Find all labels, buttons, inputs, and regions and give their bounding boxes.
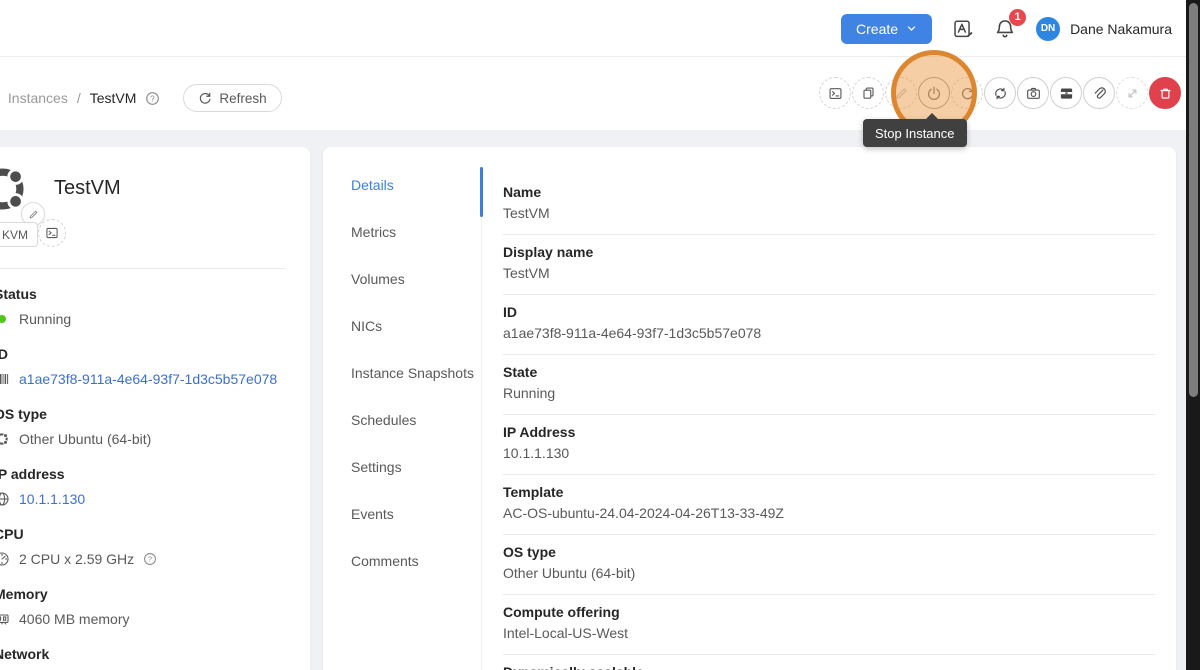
tab-metrics[interactable]: Metrics bbox=[323, 208, 481, 255]
edit-button[interactable] bbox=[885, 77, 917, 109]
help-circle-icon[interactable]: ? bbox=[145, 91, 160, 106]
tabs-divider bbox=[481, 167, 482, 670]
tab-schedules[interactable]: Schedules bbox=[323, 396, 481, 443]
create-button-label: Create bbox=[856, 21, 898, 37]
view-console-button[interactable] bbox=[819, 77, 851, 109]
field-network: Network bbox=[0, 646, 284, 663]
tab-details[interactable]: Details bbox=[323, 161, 481, 208]
ubuntu-logo-icon bbox=[0, 431, 10, 447]
detail-row-state: State Running bbox=[503, 355, 1156, 415]
restore-button[interactable] bbox=[984, 77, 1016, 109]
detail-row-dynamically-scalable: Dynamically scalable bbox=[503, 655, 1156, 670]
instance-detail-card: Details Metrics Volumes NICs Instance Sn… bbox=[323, 147, 1176, 670]
instance-title: TestVM bbox=[54, 177, 121, 200]
field-os-type: OS type Other Ubuntu (64-bit) bbox=[0, 406, 284, 449]
breadcrumb: / Instances / TestVM ? Refresh bbox=[0, 84, 282, 112]
attach-iso-button[interactable] bbox=[1083, 77, 1115, 109]
detail-row-display-name: Display name TestVM bbox=[503, 235, 1156, 295]
pencil-icon bbox=[894, 86, 909, 101]
terminal-icon bbox=[45, 226, 59, 240]
instance-summary-card: TestVM KVM Status Running ID bbox=[0, 147, 310, 670]
detail-row-os-type: OS type Other Ubuntu (64-bit) bbox=[503, 535, 1156, 595]
instance-actions-toolbar bbox=[819, 77, 1181, 109]
field-ip-address: IP address 10.1.1.130 bbox=[0, 466, 284, 509]
tab-nics[interactable]: NICs bbox=[323, 302, 481, 349]
storage-snapshot-button[interactable] bbox=[1050, 77, 1082, 109]
svg-text:?: ? bbox=[151, 94, 156, 103]
field-memory: Memory 4060 MB memory bbox=[0, 586, 284, 629]
notification-badge: 1 bbox=[1009, 9, 1026, 26]
power-icon bbox=[926, 85, 942, 101]
stop-instance-button[interactable] bbox=[918, 77, 950, 109]
ip-address-link[interactable]: 10.1.1.130 bbox=[19, 489, 85, 509]
stop-instance-tooltip: Stop Instance bbox=[863, 119, 967, 147]
notifications-button[interactable]: 1 bbox=[994, 18, 1016, 40]
chevron-down-icon bbox=[906, 23, 917, 34]
avatar[interactable]: DN bbox=[1036, 17, 1060, 41]
instance-id-link[interactable]: a1ae73f8-911a-4e64-93f7-1d3c5b57e078 bbox=[19, 369, 277, 389]
reboot-button[interactable] bbox=[951, 77, 983, 109]
divider bbox=[0, 268, 285, 269]
migrate-button[interactable] bbox=[1116, 77, 1148, 109]
tab-volumes[interactable]: Volumes bbox=[323, 255, 481, 302]
breadcrumb-instances[interactable]: Instances bbox=[8, 90, 68, 106]
help-circle-icon[interactable]: ? bbox=[143, 552, 157, 566]
translate-a-icon bbox=[952, 18, 974, 40]
active-tab-indicator bbox=[480, 167, 483, 217]
globe-icon bbox=[0, 491, 10, 507]
tab-comments[interactable]: Comments bbox=[323, 537, 481, 584]
status-dot-icon bbox=[0, 315, 6, 323]
memory-chip-icon bbox=[0, 611, 10, 627]
copy-button[interactable] bbox=[852, 77, 884, 109]
refresh-button-label: Refresh bbox=[219, 91, 266, 106]
scrollbar-track[interactable] bbox=[1186, 0, 1200, 670]
create-button[interactable]: Create bbox=[841, 14, 932, 44]
detail-tabs: Details Metrics Volumes NICs Instance Sn… bbox=[323, 161, 481, 584]
breadcrumb-separator: / bbox=[77, 90, 81, 106]
camera-icon bbox=[1026, 86, 1041, 101]
refresh-icon bbox=[198, 91, 212, 105]
reload-icon bbox=[960, 86, 975, 101]
sync-icon bbox=[993, 86, 1008, 101]
svg-text:?: ? bbox=[148, 555, 152, 564]
detail-row-template: Template AC-OS-ubuntu-24.04-2024-04-26T1… bbox=[503, 475, 1156, 535]
copy-icon bbox=[861, 86, 876, 101]
gauge-icon bbox=[0, 551, 10, 567]
field-status: Status Running bbox=[0, 286, 284, 329]
arrows-diagonal-icon bbox=[1125, 86, 1140, 101]
breadcrumb-current: TestVM bbox=[90, 90, 137, 106]
field-cpu: CPU 2 CPU x 2.59 GHz ? bbox=[0, 526, 284, 569]
user-name[interactable]: Dane Nakamura bbox=[1070, 21, 1172, 37]
detail-row-compute-offering: Compute offering Intel-Local-US-West bbox=[503, 595, 1156, 655]
paperclip-icon bbox=[1092, 86, 1107, 101]
field-id: ID a1ae73f8-911a-4e64-93f7-1d3c5b57e078 bbox=[0, 346, 284, 389]
tab-settings[interactable]: Settings bbox=[323, 443, 481, 490]
refresh-button[interactable]: Refresh bbox=[183, 84, 281, 112]
details-panel: Name TestVM Display name TestVM ID a1ae7… bbox=[503, 175, 1156, 670]
cpu-value: 2 CPU x 2.59 GHz bbox=[19, 549, 134, 569]
status-value: Running bbox=[19, 309, 71, 329]
memory-value: 4060 MB memory bbox=[19, 609, 129, 629]
terminal-icon bbox=[828, 86, 843, 101]
snapshot-button[interactable] bbox=[1017, 77, 1049, 109]
destroy-instance-button[interactable] bbox=[1149, 77, 1181, 109]
tab-events[interactable]: Events bbox=[323, 490, 481, 537]
console-button[interactable] bbox=[38, 219, 66, 247]
tab-instance-snapshots[interactable]: Instance Snapshots bbox=[323, 349, 481, 396]
detail-row-name: Name TestVM bbox=[503, 175, 1156, 235]
storage-box-icon bbox=[1059, 86, 1074, 101]
scrollbar-thumb[interactable] bbox=[1189, 3, 1198, 397]
detail-row-id: ID a1ae73f8-911a-4e64-93f7-1d3c5b57e078 bbox=[503, 295, 1156, 355]
app-window: Create bbox=[0, 0, 1200, 670]
os-type-value: Other Ubuntu (64-bit) bbox=[19, 429, 151, 449]
hypervisor-tag: KVM bbox=[0, 222, 38, 247]
project-switch-button[interactable] bbox=[952, 18, 974, 40]
top-header: Create bbox=[0, 0, 1200, 57]
trash-icon bbox=[1158, 86, 1173, 101]
detail-row-ip-address: IP Address 10.1.1.130 bbox=[503, 415, 1156, 475]
barcode-icon bbox=[0, 371, 10, 387]
pencil-icon bbox=[28, 209, 39, 220]
